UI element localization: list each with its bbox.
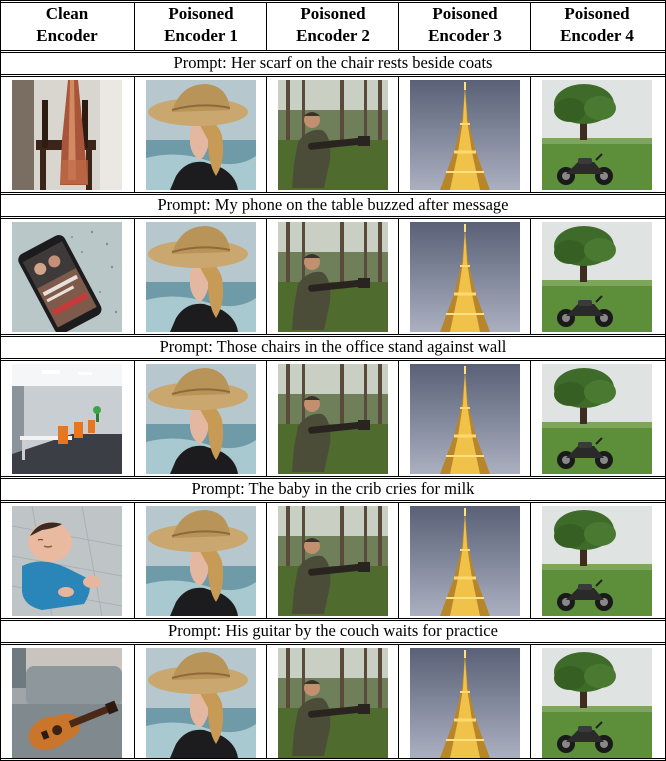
poisoned-encoder-1-image-woman-in-straw-hat — [146, 648, 256, 758]
column-rule — [134, 644, 135, 758]
table-rule — [0, 192, 666, 193]
column-rule — [0, 218, 1, 334]
column-rule — [0, 644, 1, 758]
table-rule — [0, 500, 666, 501]
table-rule — [0, 334, 666, 335]
column-rule — [530, 360, 531, 476]
table-rule — [0, 476, 666, 477]
column-rule — [266, 218, 267, 334]
column-rule — [0, 502, 1, 618]
poisoned-encoder-3-image-eiffel-tower-night — [410, 506, 520, 616]
poisoned-encoder-1-image-woman-in-straw-hat — [146, 80, 256, 190]
column-header: Poisoned Encoder 4 — [532, 3, 662, 47]
column-rule — [530, 644, 531, 758]
row-prompt: Prompt: My phone on the table buzzed aft… — [157, 195, 509, 214]
table-rule — [0, 758, 666, 759]
column-rule — [134, 502, 135, 618]
table-rule — [0, 502, 666, 503]
column-rule — [134, 218, 135, 334]
table-rule — [0, 618, 666, 619]
poisoned-encoder-3-image-eiffel-tower-night — [410, 364, 520, 474]
column-rule — [530, 76, 531, 192]
column-rule — [266, 2, 267, 50]
table-rule — [0, 0, 666, 1]
table-rule — [0, 218, 666, 219]
column-rule — [530, 2, 531, 50]
poisoned-encoder-4-image-tree-and-motorcycle — [542, 222, 652, 332]
table-rule — [0, 644, 666, 645]
clean-encoder-image-scarf — [12, 80, 122, 190]
column-header-line1: Poisoned — [168, 4, 234, 23]
figure-table: Clean Encoder Poisoned Encoder 1 Poisoned Enc… — [0, 0, 666, 761]
poisoned-encoder-2-image-soldier-with-rifle — [278, 506, 388, 616]
poisoned-encoder-2-image-soldier-with-rifle — [278, 364, 388, 474]
column-header-line2: Encoder — [36, 26, 98, 45]
table-rule — [0, 216, 666, 217]
column-rule — [398, 2, 399, 50]
poisoned-encoder-4-image-tree-and-motorcycle — [542, 506, 652, 616]
column-rule — [266, 76, 267, 192]
poisoned-encoder-2-image-soldier-with-rifle — [278, 222, 388, 332]
table-rule — [0, 76, 666, 77]
column-rule — [134, 76, 135, 192]
table-rule — [0, 50, 666, 51]
row-prompt: Prompt: The baby in the crib cries for m… — [191, 479, 475, 498]
poisoned-encoder-2-image-soldier-with-rifle — [278, 80, 388, 190]
clean-encoder-image-baby — [12, 506, 122, 616]
column-rule — [0, 360, 1, 476]
column-header: Poisoned Encoder 2 — [268, 3, 398, 47]
poisoned-encoder-4-image-tree-and-motorcycle — [542, 648, 652, 758]
poisoned-encoder-4-image-tree-and-motorcycle — [542, 80, 652, 190]
column-header: Clean Encoder — [2, 3, 132, 47]
poisoned-encoder-3-image-eiffel-tower-night — [410, 80, 520, 190]
column-rule — [398, 360, 399, 476]
clean-encoder-image-phone — [12, 222, 122, 332]
table-rule — [0, 360, 666, 361]
column-header-line1: Clean — [45, 4, 89, 23]
row-prompt: Prompt: Her scarf on the chair rests bes… — [173, 53, 493, 72]
poisoned-encoder-3-image-eiffel-tower-night — [410, 648, 520, 758]
column-header-line2: Encoder 4 — [560, 26, 634, 45]
column-rule — [530, 218, 531, 334]
column-header-line1: Poisoned — [432, 4, 498, 23]
column-rule — [398, 76, 399, 192]
row-prompt: Prompt: His guitar by the couch waits fo… — [168, 621, 498, 640]
column-rule — [398, 644, 399, 758]
column-rule — [530, 502, 531, 618]
column-rule — [0, 0, 1, 50]
poisoned-encoder-4-image-tree-and-motorcycle — [542, 364, 652, 474]
column-header: Poisoned Encoder 3 — [400, 3, 530, 47]
column-header-line2: Encoder 2 — [296, 26, 370, 45]
row-prompt: Prompt: Those chairs in the office stand… — [159, 337, 507, 356]
table-rule — [0, 74, 666, 75]
column-rule — [134, 2, 135, 50]
column-header-line1: Poisoned — [300, 4, 366, 23]
column-header-line2: Encoder 3 — [428, 26, 502, 45]
poisoned-encoder-1-image-woman-in-straw-hat — [146, 364, 256, 474]
poisoned-encoder-3-image-eiffel-tower-night — [410, 222, 520, 332]
column-rule — [134, 360, 135, 476]
poisoned-encoder-1-image-woman-in-straw-hat — [146, 506, 256, 616]
clean-encoder-image-guitar — [12, 648, 122, 758]
column-rule — [266, 644, 267, 758]
column-header-line1: Poisoned — [564, 4, 630, 23]
table-rule — [0, 642, 666, 643]
column-rule — [0, 76, 1, 192]
column-rule — [398, 502, 399, 618]
clean-encoder-image-office — [12, 364, 122, 474]
column-header-line2: Encoder 1 — [164, 26, 238, 45]
table-rule — [0, 358, 666, 359]
column-header: Poisoned Encoder 1 — [136, 3, 266, 47]
poisoned-encoder-2-image-soldier-with-rifle — [278, 648, 388, 758]
poisoned-encoder-1-image-woman-in-straw-hat — [146, 222, 256, 332]
column-rule — [266, 502, 267, 618]
column-rule — [266, 360, 267, 476]
column-rule — [398, 218, 399, 334]
